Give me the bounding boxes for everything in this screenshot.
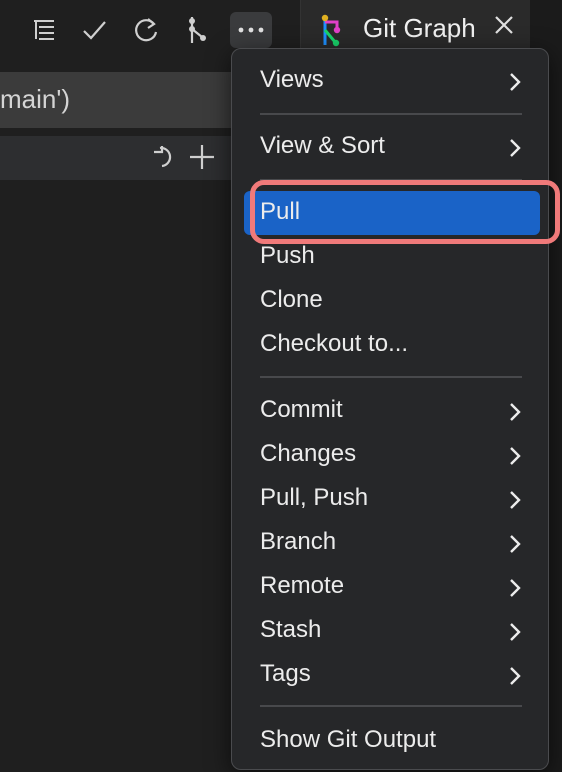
chevron-right-icon [510,623,521,641]
menu-item-commit[interactable]: Commit [232,391,548,431]
git-graph-icon [321,14,341,47]
chevron-right-icon [510,535,521,553]
menu-item-pull-push[interactable]: Pull, Push [232,479,548,519]
more-actions-button[interactable] [230,12,272,48]
menu-item-label: Commit [260,396,343,423]
menu-item-label: Stash [260,616,322,643]
input-text: main') [0,84,70,114]
git-graph-toolbar-icon[interactable] [180,12,216,48]
close-icon[interactable] [493,14,515,36]
annotation-highlight-ring [250,180,560,244]
tab-title: Git Graph [363,13,476,43]
menu-item-stash[interactable]: Stash [232,611,548,651]
chevron-right-icon [510,579,521,597]
menu-item-label: Push [260,242,315,269]
discard-icon[interactable] [150,142,178,172]
menu-item-label: View & Sort [260,132,385,159]
changes-header [0,136,240,180]
chevron-right-icon [510,403,521,421]
menu-item-label: Clone [260,286,323,313]
chevron-right-icon [510,73,521,91]
menu-item-label: Show Git Output [260,726,437,753]
menu-item-remote[interactable]: Remote [232,567,548,607]
menu-separator [260,113,522,115]
menu-item-changes[interactable]: Changes [232,435,548,475]
chevron-right-icon [510,667,521,685]
menu-separator [260,376,522,378]
chevron-right-icon [510,139,521,157]
git-context-menu: Views View & Sort Pull Push Clone Checko… [231,48,549,770]
menu-item-label: Changes [260,440,357,467]
menu-item-branch[interactable]: Branch [232,523,548,563]
menu-item-label: Branch [260,528,337,555]
commit-check-icon[interactable] [76,12,112,48]
menu-item-label: Pull, Push [260,484,369,511]
menu-item-tags[interactable]: Tags [232,655,548,695]
chevron-right-icon [510,447,521,465]
commit-message-input[interactable]: main') [0,72,240,128]
menu-item-label: Views [260,66,324,93]
menu-item-label: Tags [260,660,311,687]
plus-icon[interactable] [188,142,216,172]
menu-item-clone[interactable]: Clone [232,281,548,321]
menu-separator [260,705,522,707]
menu-item-view-sort[interactable]: View & Sort [232,127,548,167]
menu-item-label: Checkout to... [260,330,409,357]
refresh-icon[interactable] [128,12,164,48]
menu-item-label: Remote [260,572,345,599]
menu-item-show-git-output[interactable]: Show Git Output [232,721,548,761]
menu-item-views[interactable]: Views [232,61,548,101]
chevron-right-icon [510,491,521,509]
menu-item-checkout[interactable]: Checkout to... [232,325,548,365]
tree-view-icon[interactable] [26,12,62,48]
